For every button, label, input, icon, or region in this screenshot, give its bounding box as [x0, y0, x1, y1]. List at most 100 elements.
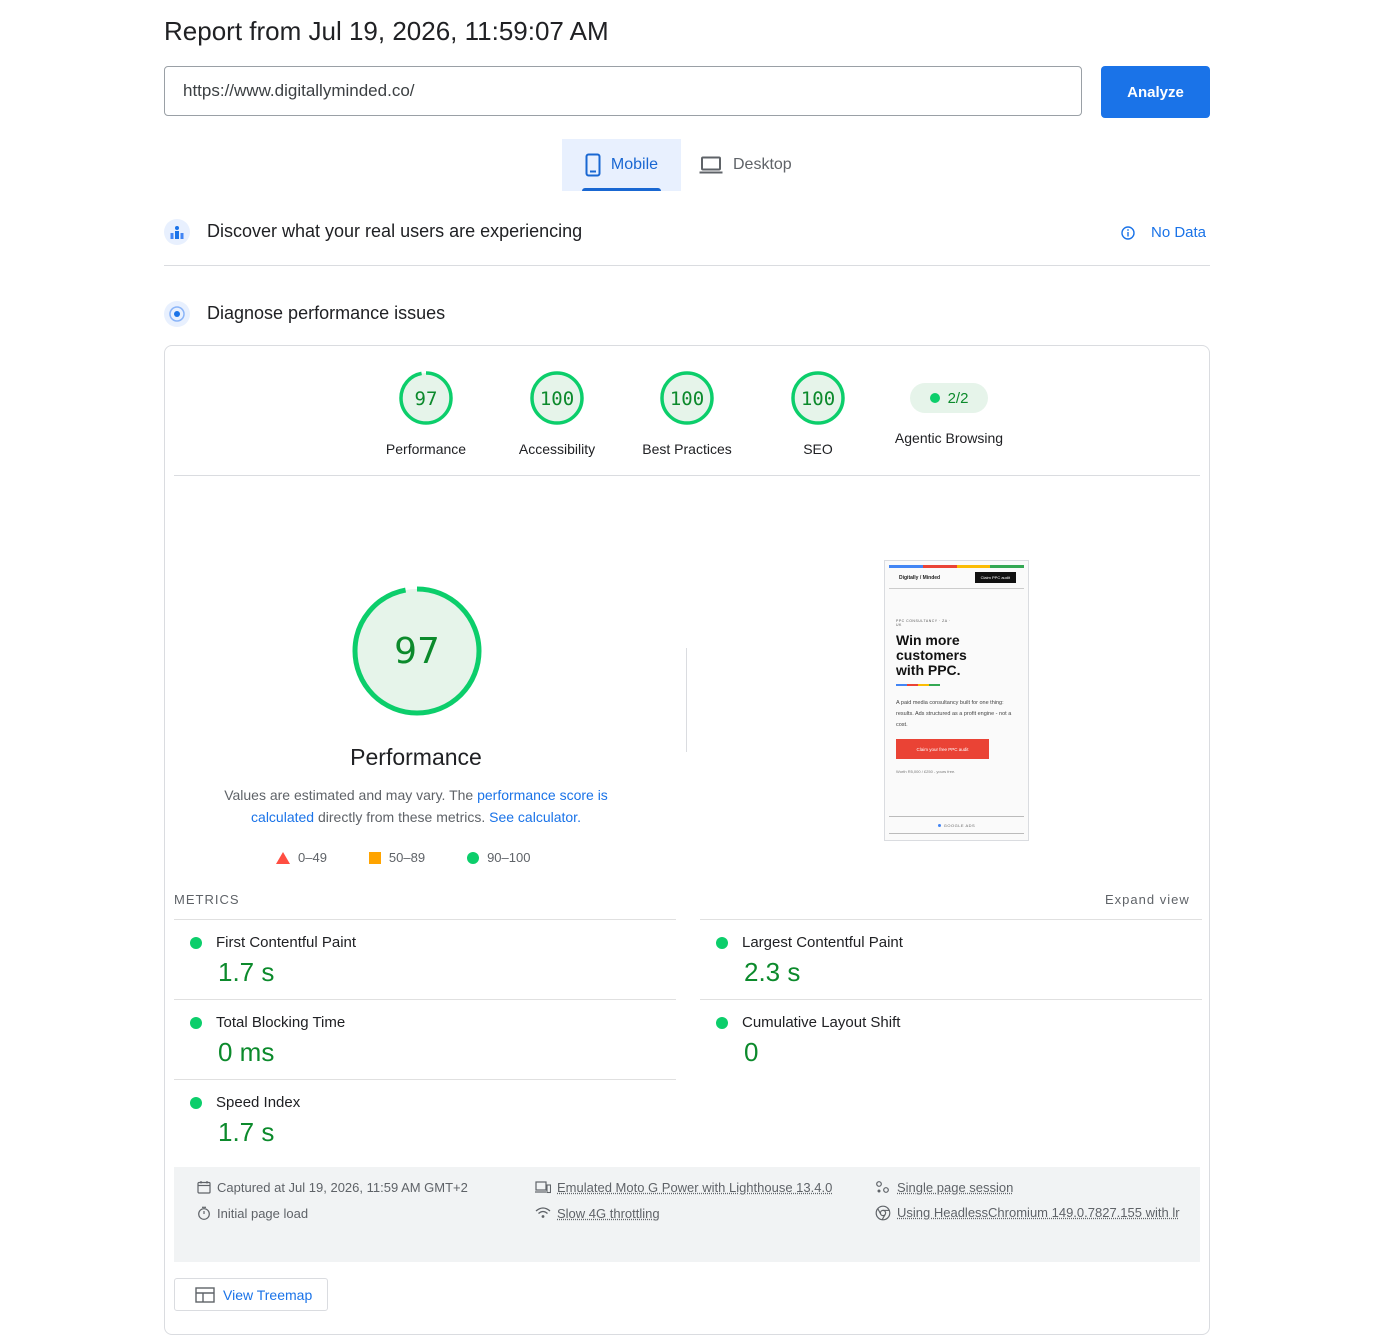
metric-value: 0 — [744, 1037, 1202, 1068]
captured-at: Captured at Jul 19, 2026, 11:59 AM GMT+2 — [197, 1180, 468, 1195]
page-session[interactable]: Single page session — [875, 1180, 1013, 1195]
shot-small: Worth R5,000 / £250 - yours free. — [896, 769, 1018, 774]
metric-name: Largest Contentful Paint — [742, 934, 903, 951]
metric-lcp: Largest Contentful Paint 2.3 s — [700, 919, 1202, 999]
score-legend: 0–49 50–89 90–100 — [276, 850, 530, 865]
metric-tbt: Total Blocking Time 0 ms — [174, 999, 676, 1079]
tab-desktop-label: Desktop — [733, 156, 792, 174]
metrics-heading: METRICS — [174, 892, 240, 907]
performance-description: Values are estimated and may vary. The p… — [216, 784, 616, 828]
color-stripe — [889, 565, 1024, 568]
metric-value: 1.7 s — [218, 957, 676, 988]
metric-fcp: First Contentful Paint 1.7 s — [174, 919, 676, 999]
score-gauge-large: 97 — [350, 584, 484, 718]
gauge-label: Performance — [361, 441, 491, 457]
metric-name: First Contentful Paint — [216, 934, 356, 951]
gauge-score: 100 — [540, 388, 574, 410]
score-gauge: 100 — [790, 370, 846, 426]
smartphone-icon — [585, 153, 601, 177]
timer-icon — [197, 1206, 211, 1220]
gauge-score: 97 — [415, 388, 438, 410]
section-divider — [164, 265, 1210, 266]
metric-cls: Cumulative Layout Shift 0 — [700, 999, 1202, 1079]
devices-icon — [535, 1180, 551, 1194]
see-calculator-link[interactable]: See calculator. — [489, 809, 581, 825]
gauge-seo[interactable]: 100 SEO — [753, 370, 883, 457]
metric-name: Speed Index — [216, 1094, 300, 1111]
pass-dot-icon — [190, 1017, 202, 1029]
users-icon — [164, 219, 190, 245]
gauge-label: Accessibility — [492, 441, 622, 457]
agentic-score-pill: 2/2 — [910, 383, 988, 413]
pass-dot-icon — [190, 1097, 202, 1109]
metric-value: 0 ms — [218, 1037, 676, 1068]
page-title: Report from Jul 19, 2026, 11:59:07 AM — [164, 16, 609, 47]
diagnose-icon — [164, 301, 190, 327]
square-average-icon — [369, 852, 381, 864]
gauge-label: SEO — [753, 441, 883, 457]
calendar-icon — [197, 1180, 211, 1194]
shot-cta-top: Claim PPC audit — [975, 572, 1016, 583]
gauge-performance[interactable]: 97 Performance — [361, 370, 491, 457]
chrome-icon — [875, 1205, 891, 1221]
gauge-best-practices[interactable]: 100 Best Practices — [622, 370, 752, 457]
no-data-status[interactable]: No Data — [1121, 224, 1206, 241]
url-input[interactable] — [181, 80, 1065, 102]
page-screenshot: Digitally / Minded Claim PPC audit PPC C… — [884, 560, 1029, 841]
metric-value: 2.3 s — [744, 957, 1202, 988]
vertical-divider — [686, 648, 687, 752]
gauge-agentic-browsing[interactable]: 2/2 Agentic Browsing — [874, 383, 1024, 446]
metric-name: Cumulative Layout Shift — [742, 1014, 900, 1031]
tab-desktop[interactable]: Desktop — [699, 139, 792, 191]
legend-fail: 0–49 — [298, 850, 327, 865]
legend-average: 50–89 — [389, 850, 425, 865]
shot-body: A paid media consultancy built for one t… — [896, 698, 1020, 731]
shot-brand: Digitally / Minded — [899, 575, 940, 581]
network-throttling[interactable]: Slow 4G throttling — [535, 1206, 660, 1221]
diagnose-title: Diagnose performance issues — [207, 303, 445, 324]
gauge-score: 100 — [670, 388, 704, 410]
view-treemap-button[interactable]: View Treemap — [174, 1278, 328, 1311]
shot-footer: GOOGLE ADS — [944, 823, 975, 828]
wifi-icon — [535, 1206, 551, 1220]
analyze-button[interactable]: Analyze — [1101, 66, 1210, 118]
score-gauge: 100 — [529, 370, 585, 426]
legend-pass: 90–100 — [487, 850, 530, 865]
pass-dot-icon — [716, 937, 728, 949]
url-input-container[interactable] — [164, 66, 1082, 116]
tab-mobile-label: Mobile — [611, 156, 658, 174]
performance-big-gauge: 97 — [350, 584, 484, 723]
pass-dot-icon — [930, 393, 940, 403]
metric-value: 1.7 s — [218, 1117, 676, 1148]
shot-headline: Win more customers with PPC. — [896, 633, 986, 678]
no-data-label: No Data — [1151, 224, 1206, 241]
expand-view-toggle[interactable]: Expand view — [1105, 892, 1190, 907]
gauge-label: Agentic Browsing — [874, 430, 1024, 446]
metric-speed-index: Speed Index 1.7 s — [174, 1079, 676, 1159]
circle-pass-icon — [467, 852, 479, 864]
pass-dot-icon — [716, 1017, 728, 1029]
triangle-fail-icon — [276, 852, 290, 864]
shot-cta: Claim your free PPC audit — [896, 739, 989, 759]
agentic-score: 2/2 — [948, 390, 969, 407]
gauge-accessibility[interactable]: 100 Accessibility — [492, 370, 622, 457]
field-data-title: Discover what your real users are experi… — [207, 221, 582, 242]
score-gauge: 100 — [659, 370, 715, 426]
gauges-divider — [174, 475, 1200, 476]
gauge-label: Best Practices — [622, 441, 752, 457]
treemap-icon — [195, 1287, 215, 1303]
info-icon — [1121, 226, 1135, 240]
tab-mobile[interactable]: Mobile — [562, 139, 681, 191]
emulated-device[interactable]: Emulated Moto G Power with Lighthouse 13… — [535, 1180, 832, 1195]
laptop-icon — [699, 156, 723, 174]
shot-eyebrow: PPC CONSULTANCY · ZA · UK — [896, 619, 952, 627]
pass-dot-icon — [190, 937, 202, 949]
view-treemap-label: View Treemap — [223, 1287, 312, 1303]
active-tab-indicator — [582, 188, 661, 191]
score-gauge: 97 — [398, 370, 454, 426]
gauge-score: 100 — [801, 388, 835, 410]
session-icon — [875, 1180, 891, 1194]
performance-heading: Performance — [216, 744, 616, 771]
browser-info[interactable]: Using HeadlessChromium 149.0.7827.155 wi… — [875, 1200, 1190, 1226]
initial-page-load: Initial page load — [197, 1206, 308, 1221]
